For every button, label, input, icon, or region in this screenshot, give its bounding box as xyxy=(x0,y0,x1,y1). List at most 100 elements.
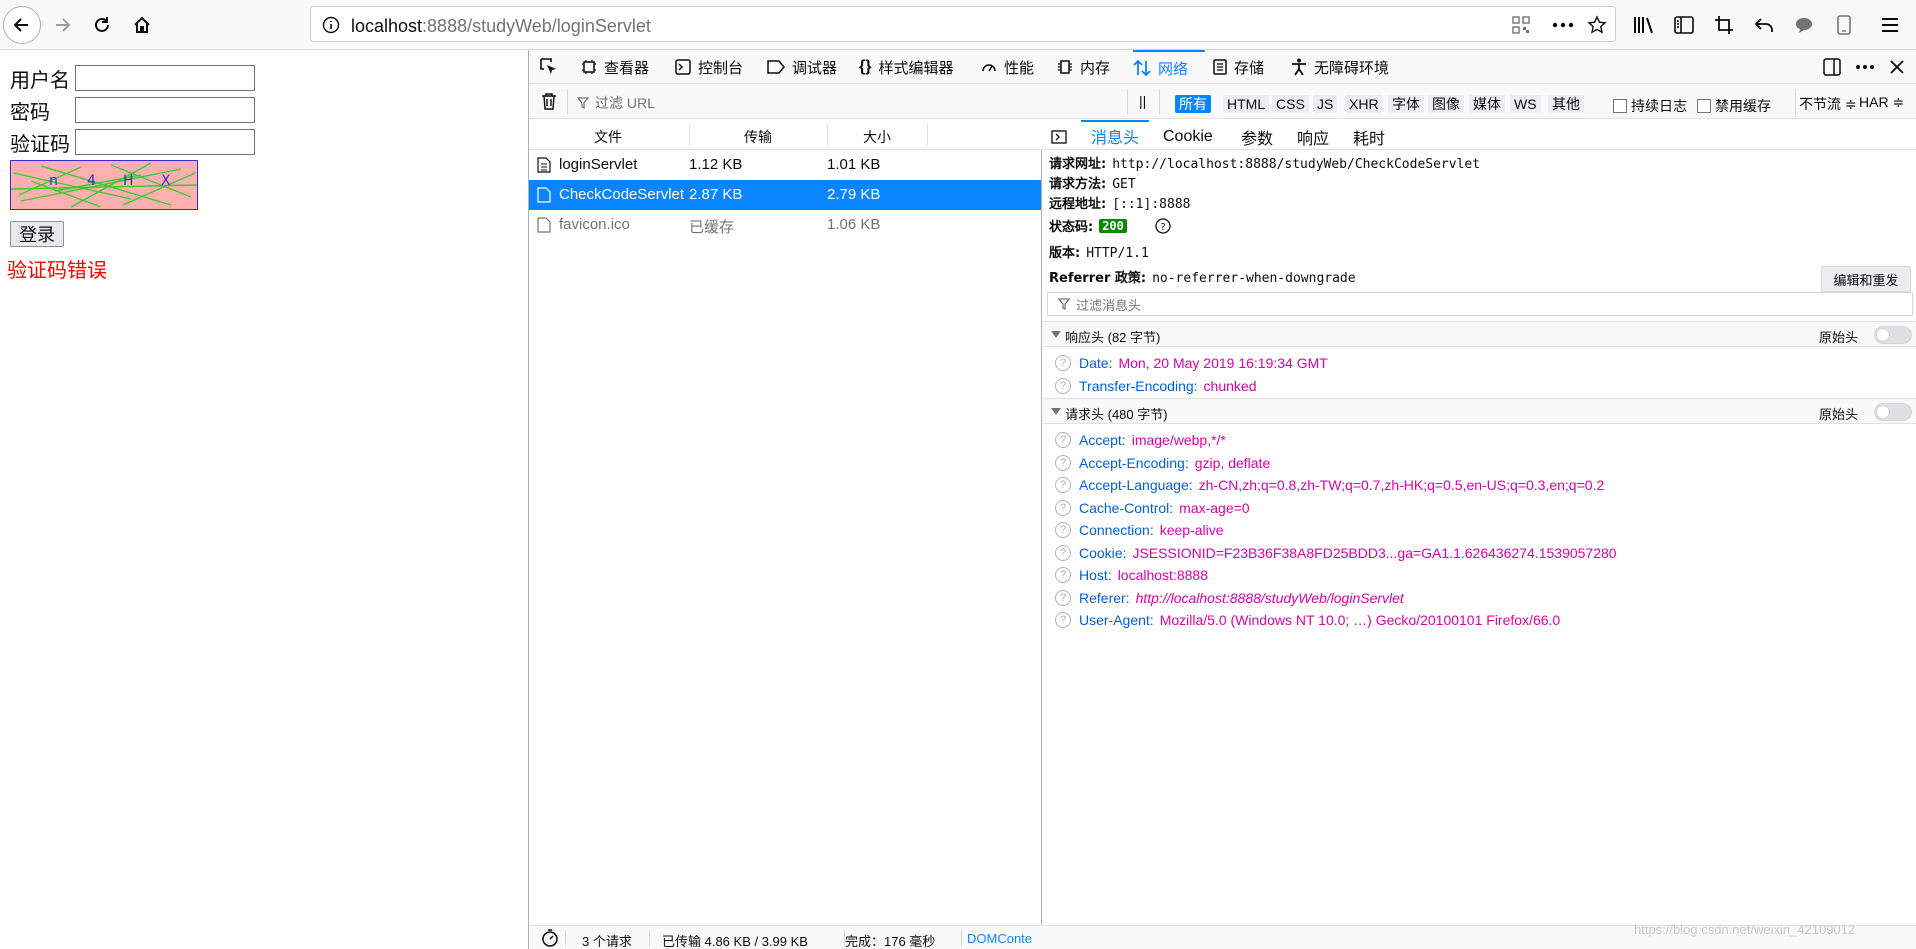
stopwatch-icon[interactable] xyxy=(541,929,559,947)
filter-all[interactable]: 所有 xyxy=(1175,95,1211,113)
tab-performance[interactable]: 性能 xyxy=(981,50,1034,84)
raw-headers-toggle[interactable] xyxy=(1874,403,1912,421)
network-icon xyxy=(1133,59,1151,77)
help-icon[interactable]: ? xyxy=(1055,612,1071,628)
har-menu[interactable]: HAR ≑ xyxy=(1859,94,1904,111)
tab-headers[interactable]: 消息头 xyxy=(1081,120,1150,150)
qr-code-icon[interactable] xyxy=(1511,15,1531,35)
header-row: ? Accept-Encoding: gzip, deflate xyxy=(1055,455,1270,471)
request-row[interactable]: favicon.ico 已缓存 1.06 KB xyxy=(529,210,1041,240)
captcha-image[interactable]: n 4 H X xyxy=(10,160,198,210)
checkbox-box xyxy=(1697,99,1711,113)
performance-icon xyxy=(982,64,996,72)
edit-resend-button[interactable]: 编辑和重发 xyxy=(1821,266,1911,292)
request-row[interactable]: CheckCodeServlet 2.87 KB 2.79 KB xyxy=(529,180,1041,210)
column-separator[interactable] xyxy=(927,124,928,146)
filter-xhr[interactable]: XHR xyxy=(1345,95,1383,113)
request-row[interactable]: loginServlet 1.12 KB 1.01 KB xyxy=(529,150,1041,180)
header-value: image/webp,*/* xyxy=(1131,432,1226,448)
column-separator[interactable] xyxy=(827,124,828,146)
chat-icon[interactable] xyxy=(1792,13,1816,37)
element-picker-button[interactable] xyxy=(539,50,559,84)
filter-ws[interactable]: WS xyxy=(1510,95,1541,113)
headers-filter-input[interactable]: 过滤消息头 xyxy=(1047,292,1913,316)
filter-images[interactable]: 图像 xyxy=(1428,95,1464,113)
header-value-link[interactable]: http://localhost:8888/studyWeb/loginServ… xyxy=(1136,590,1404,606)
filter-css[interactable]: CSS xyxy=(1272,95,1309,113)
sidebar-icon[interactable] xyxy=(1672,13,1696,37)
password-input[interactable] xyxy=(75,97,255,123)
help-icon[interactable]: ? xyxy=(1055,567,1071,583)
mobile-icon[interactable] xyxy=(1832,13,1856,37)
tab-response[interactable]: 响应 xyxy=(1297,124,1329,150)
help-icon[interactable]: ? xyxy=(1055,432,1071,448)
help-icon[interactable]: ? xyxy=(1155,217,1171,234)
throttle-select[interactable]: 不节流 ≑ xyxy=(1799,94,1857,114)
help-icon[interactable]: ? xyxy=(1055,455,1071,471)
filter-fonts[interactable]: 字体 xyxy=(1388,95,1424,113)
column-separator[interactable] xyxy=(689,124,690,146)
browser-toolbar: localhost:8888/studyWeb/loginServlet xyxy=(0,0,1916,50)
library-icon[interactable] xyxy=(1632,13,1656,37)
toggle-sidebar-button[interactable] xyxy=(1051,124,1067,150)
disable-cache-checkbox[interactable]: 禁用缓存 xyxy=(1697,96,1771,116)
undo-icon[interactable] xyxy=(1752,13,1776,37)
url-bar[interactable]: localhost:8888/studyWeb/loginServlet xyxy=(310,6,1616,42)
column-size[interactable]: 大小 xyxy=(863,127,891,147)
home-button[interactable] xyxy=(124,7,160,43)
help-icon[interactable]: ? xyxy=(1055,545,1071,561)
bookmark-star-icon[interactable] xyxy=(1587,15,1607,35)
help-icon[interactable]: ? xyxy=(1055,378,1071,394)
tab-cookies[interactable]: Cookie xyxy=(1163,124,1213,150)
header-row: ? Date: Mon, 20 May 2019 16:19:34 GMT xyxy=(1055,355,1328,371)
summary-label: 远程地址: xyxy=(1049,197,1107,212)
menu-icon[interactable] xyxy=(1878,13,1902,37)
devtools-close-button[interactable] xyxy=(1889,50,1905,84)
help-icon[interactable]: ? xyxy=(1055,522,1071,538)
tab-console[interactable]: 控制台 xyxy=(675,50,743,84)
filter-media[interactable]: 媒体 xyxy=(1469,95,1505,113)
tab-accessibility[interactable]: 无障碍环境 xyxy=(1291,50,1389,84)
disable-cache-label: 禁用缓存 xyxy=(1715,98,1771,114)
tab-timings[interactable]: 耗时 xyxy=(1353,124,1385,150)
header-key: Accept-Encoding: xyxy=(1079,455,1189,471)
tab-style-editor[interactable]: {} 样式编辑器 xyxy=(859,50,953,84)
tab-debugger[interactable]: 调试器 xyxy=(767,50,837,84)
back-button[interactable] xyxy=(3,6,41,44)
devtools-options-button[interactable] xyxy=(1855,50,1875,84)
column-file[interactable]: 文件 xyxy=(594,127,622,147)
pause-button[interactable]: || xyxy=(1139,93,1146,109)
clear-button[interactable] xyxy=(541,92,557,110)
tab-memory[interactable]: 内存 xyxy=(1057,50,1110,84)
username-label: 用户名 xyxy=(10,67,70,92)
reload-button[interactable] xyxy=(84,7,120,43)
filter-js[interactable]: JS xyxy=(1313,95,1338,113)
filter-other[interactable]: 其他 xyxy=(1548,95,1584,113)
site-info-icon[interactable] xyxy=(321,15,341,35)
tab-storage[interactable]: 存储 xyxy=(1213,50,1264,84)
help-icon[interactable]: ? xyxy=(1055,590,1071,606)
persist-logs-checkbox[interactable]: 持续日志 xyxy=(1613,96,1687,116)
filter-html[interactable]: HTML xyxy=(1223,95,1270,113)
captcha-input[interactable] xyxy=(75,129,255,155)
crop-icon[interactable] xyxy=(1712,13,1736,37)
help-icon[interactable]: ? xyxy=(1055,477,1071,493)
login-button[interactable]: 登录 xyxy=(10,221,64,247)
url-filter-input[interactable]: 过滤 URL xyxy=(577,93,655,113)
response-headers-section[interactable]: 响应头 (82 字节) 原始头 xyxy=(1043,321,1916,347)
error-message: 验证码错误 xyxy=(7,258,107,282)
page-actions-icon[interactable] xyxy=(1551,15,1575,35)
style-editor-icon: {} xyxy=(859,58,872,75)
help-icon[interactable]: ? xyxy=(1055,355,1071,371)
forward-button[interactable] xyxy=(44,7,80,43)
username-input[interactable] xyxy=(75,65,255,91)
help-icon[interactable]: ? xyxy=(1055,500,1071,516)
tab-inspector[interactable]: 查看器 xyxy=(581,50,649,84)
raw-headers-toggle[interactable] xyxy=(1874,326,1912,344)
tab-params[interactable]: 参数 xyxy=(1241,124,1273,150)
dock-side-button[interactable] xyxy=(1823,50,1841,84)
column-transferred[interactable]: 传输 xyxy=(744,127,772,147)
request-headers-section[interactable]: 请求头 (480 字节) 原始头 xyxy=(1043,398,1916,424)
tab-network[interactable]: 网络 xyxy=(1133,50,1205,84)
summary-value: no-referrer-when-downgrade xyxy=(1152,271,1356,286)
